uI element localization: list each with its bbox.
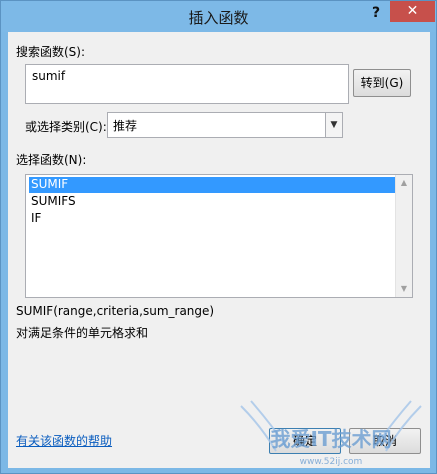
list-item-sumifs[interactable]: SUMIFS — [29, 194, 395, 210]
dialog-body: 搜索函数(S): sumif 转到(G) 或选择类别(C): 推荐 ▼ 选择函数… — [8, 32, 430, 468]
scroll-down-icon[interactable]: ▼ — [396, 281, 412, 297]
category-select[interactable]: 推荐 ▼ — [107, 112, 343, 138]
help-question-icon[interactable]: ? — [369, 5, 383, 23]
cancel-button[interactable]: 取消 — [349, 428, 421, 454]
search-input[interactable]: sumif — [25, 64, 349, 104]
function-description: 对满足条件的单元格求和 — [16, 326, 149, 340]
category-label: 或选择类别(C): — [25, 120, 107, 134]
function-help-link[interactable]: 有关该函数的帮助 — [16, 432, 112, 449]
category-value: 推荐 — [113, 119, 138, 133]
list-item-sumif[interactable]: SUMIF — [29, 177, 395, 193]
ok-button[interactable]: 确定 — [269, 428, 341, 454]
scroll-up-icon[interactable]: ▲ — [396, 175, 412, 191]
close-button[interactable]: ✕ — [390, 1, 435, 22]
list-scrollbar[interactable]: ▲ ▼ — [395, 175, 412, 297]
title-bar[interactable]: 插入函数 ? ✕ — [1, 1, 436, 32]
function-signature: SUMIF(range,criteria,sum_range) — [16, 304, 215, 318]
function-list-label: 选择函数(N): — [16, 153, 87, 167]
insert-function-dialog: 插入函数 ? ✕ 搜索函数(S): sumif 转到(G) 或选择类别(C): … — [0, 0, 437, 474]
chevron-down-icon[interactable]: ▼ — [325, 113, 342, 137]
list-item-if[interactable]: IF — [29, 211, 395, 227]
search-label: 搜索函数(S): — [16, 45, 86, 59]
function-list[interactable]: SUMIF SUMIFS IF ▲ ▼ — [25, 174, 413, 298]
goto-button[interactable]: 转到(G) — [353, 69, 411, 97]
